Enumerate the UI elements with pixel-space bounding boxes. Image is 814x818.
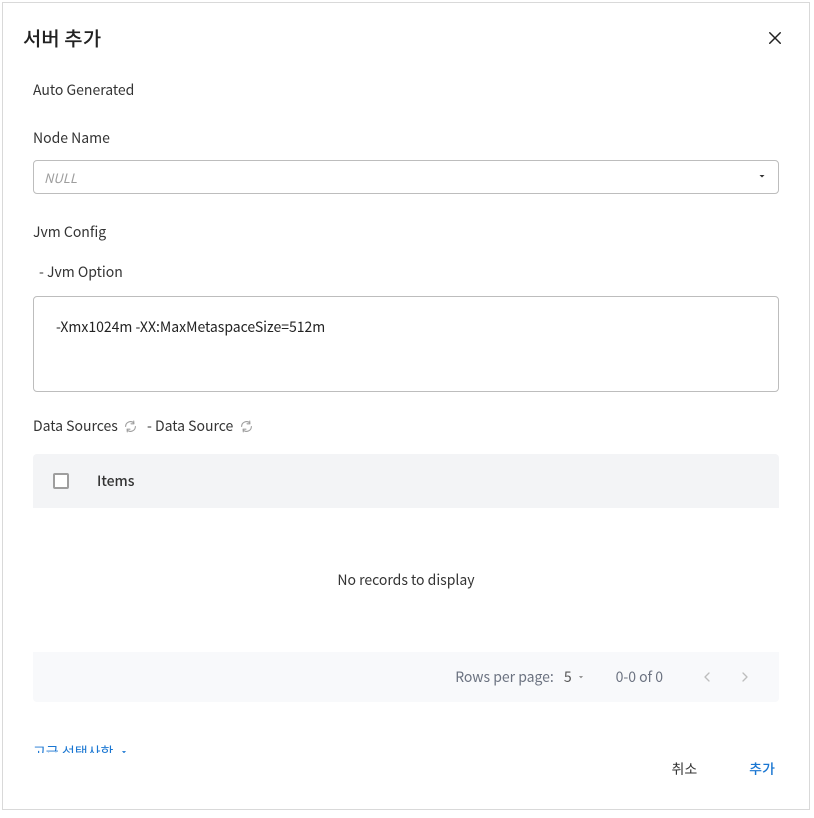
dialog-footer: 취소 추가 bbox=[3, 753, 809, 809]
node-name-select[interactable]: NULL bbox=[33, 160, 779, 194]
pagination-range: 0-0 of 0 bbox=[616, 667, 663, 687]
chevron-down-icon bbox=[119, 742, 129, 753]
submit-button[interactable]: 추가 bbox=[745, 753, 779, 785]
refresh-icon[interactable] bbox=[239, 419, 253, 433]
data-sources-label: Data Sources bbox=[33, 416, 138, 436]
jvm-config-label: Jvm Config bbox=[33, 222, 779, 242]
cancel-button[interactable]: 취소 bbox=[667, 753, 701, 785]
next-page-button[interactable] bbox=[731, 663, 759, 691]
table-header: Items bbox=[33, 454, 779, 508]
rows-per-page: Rows per page: 5 bbox=[455, 667, 585, 687]
close-icon[interactable] bbox=[761, 24, 789, 52]
chevron-right-icon bbox=[737, 669, 753, 685]
rows-per-page-select[interactable]: 5 bbox=[564, 667, 586, 687]
auto-generated-label: Auto Generated bbox=[33, 80, 779, 100]
jvm-option-label: - Jvm Option bbox=[33, 262, 779, 282]
data-source-label: - Data Source bbox=[141, 416, 253, 436]
add-server-dialog: 서버 추가 Auto Generated Node Name NULL Jvm … bbox=[2, 2, 810, 810]
data-source-table: Items No records to display Rows per pag… bbox=[33, 454, 779, 702]
refresh-icon[interactable] bbox=[124, 419, 138, 433]
dialog-header: 서버 추가 bbox=[3, 3, 809, 52]
select-all-checkbox[interactable] bbox=[53, 473, 69, 489]
dialog-title: 서버 추가 bbox=[23, 23, 101, 52]
prev-page-button[interactable] bbox=[693, 663, 721, 691]
chevron-down-icon bbox=[576, 672, 586, 682]
chevron-left-icon bbox=[699, 669, 715, 685]
rows-per-page-label: Rows per page: bbox=[455, 667, 554, 687]
advanced-options-toggle[interactable]: 고급 선택사항 bbox=[33, 742, 129, 753]
chevron-down-icon bbox=[756, 167, 768, 187]
dialog-body: Auto Generated Node Name NULL Jvm Config… bbox=[3, 52, 809, 753]
node-name-label: Node Name bbox=[33, 128, 779, 148]
table-empty: No records to display bbox=[33, 508, 779, 652]
table-pagination: Rows per page: 5 0-0 of 0 bbox=[33, 652, 779, 702]
jvm-option-input[interactable]: -Xmx1024m -XX:MaxMetaspaceSize=512m bbox=[33, 296, 779, 392]
node-name-placeholder: NULL bbox=[44, 168, 756, 187]
column-items: Items bbox=[97, 471, 134, 491]
jvm-option-value: -Xmx1024m -XX:MaxMetaspaceSize=512m bbox=[56, 317, 325, 337]
